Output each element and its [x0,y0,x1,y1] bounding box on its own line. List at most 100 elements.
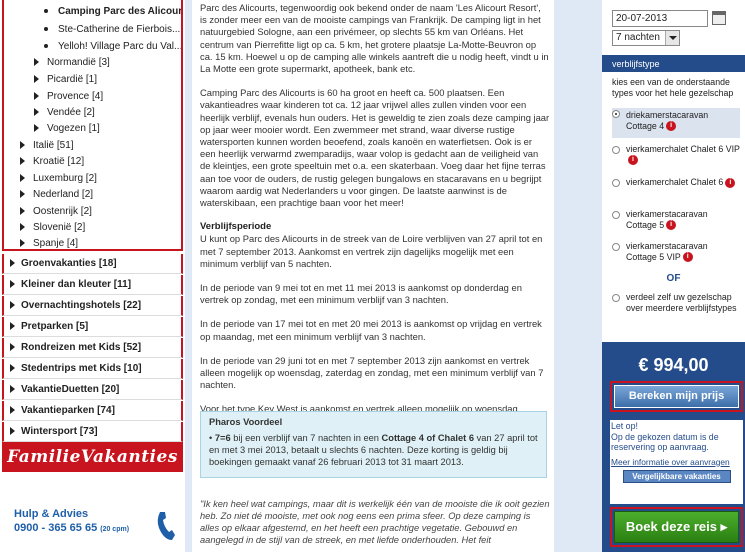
accommodation-type-header: verblijfstype [602,57,745,72]
expand-triangle-icon [20,239,25,248]
notice-text: Op de gekozen datum is de reservering op… [611,431,719,453]
book-trip-highlight: Boek deze reis ▸ [610,507,743,547]
info-icon[interactable]: i [666,121,677,132]
period-paragraph: In de periode van 17 mei tot en met 20 m… [200,318,542,342]
main-content: Parc des Alicourts, tegenwoordig ook bek… [192,0,554,552]
familievakanties-logo[interactable]: FamilieVakanties [2,442,183,472]
tree-item-slovenie[interactable]: Slovenië [2] [20,222,85,233]
date-selection: 20-07-2013 7 nachten [602,0,745,55]
tree-item-picardie[interactable]: Picardië [1] [34,74,97,85]
booking-panel: 20-07-2013 7 nachten verblijfstype kies … [602,0,745,552]
destination-tree: Camping Parc des Alicourts Ste-Catherine… [2,0,183,251]
category-pretparken[interactable]: Pretparken [5] [2,317,183,337]
arrival-date-input[interactable]: 20-07-2013 [612,10,708,27]
category-vakantieduetten[interactable]: VakantieDuetten [20] [2,380,183,400]
tree-item-nederland[interactable]: Nederland [2] [20,189,93,200]
option-cottage-5[interactable]: vierkamerstacaravan Cottage 5i [612,209,740,231]
more-info-link[interactable]: Meer informatie over aanvragen [611,457,730,467]
accommodation-type-panel: kies een van de onderstaande types voor … [602,72,745,342]
calculate-price-button[interactable]: Bereken mijn prijs [614,385,739,408]
calculate-price-highlight: Bereken mijn prijs [610,381,743,412]
expand-triangle-icon [20,223,25,232]
expand-triangle-icon [34,108,39,117]
phone-icon [157,512,175,540]
tree-item-ste-catherine[interactable]: Ste-Catherine de Fierbois... [44,24,180,35]
option-cottage-4[interactable]: driekamerstacaravan Cottage 4i [612,108,740,138]
description-text: Parc des Alicourts, tegenwoordig ook bek… [200,2,550,440]
radio-button[interactable] [612,211,620,219]
total-price: € 994,00 [638,355,709,375]
tree-item-spanje[interactable]: Spanje [4] [20,238,78,249]
expand-triangle-icon [20,157,25,166]
expand-triangle-icon [10,301,15,310]
tree-item-oostenrijk[interactable]: Oostenrijk [2] [20,206,92,217]
category-rondreizen-met-kids[interactable]: Rondreizen met Kids [52] [2,338,183,358]
pharos-text: • 7=6 bij een verblijf van 7 nachten in … [209,433,538,467]
info-icon[interactable]: i [666,220,677,231]
notice-box: Let op! Op de gekozen datum is de reserv… [610,420,743,504]
expand-triangle-icon [20,207,25,216]
expand-triangle-icon [20,190,25,199]
tree-item-kroatie[interactable]: Kroatië [12] [20,156,84,167]
section-heading: Verblijfsperiode [200,221,272,233]
radio-button[interactable] [612,294,620,302]
similar-holidays-button[interactable]: Vergelijkbare vakanties [622,470,731,483]
category-groenvakanties[interactable]: Groenvakanties [18] [2,254,183,274]
tree-item-yelloh-village[interactable]: Yelloh! Village Parc du Val... [44,41,181,52]
chevron-down-icon [665,31,679,45]
tree-item-provence[interactable]: Provence [4] [34,91,103,102]
option-chalet-6[interactable]: vierkamerchalet Chalet 6i [612,177,740,188]
expand-triangle-icon [10,343,15,352]
expand-triangle-icon [34,124,39,133]
pharos-advantage-box: Pharos Voordeel • 7=6 bij een verblijf v… [200,411,547,478]
description-paragraph: Camping Parc des Alicourts is 60 ha groo… [200,87,550,209]
expand-triangle-icon [34,75,39,84]
bullet-icon [44,27,48,32]
bullet-icon [44,44,48,49]
category-overnachtingshotels[interactable]: Overnachtingshotels [22] [2,296,183,316]
tree-item-normandie[interactable]: Normandië [3] [34,57,110,68]
info-icon[interactable]: i [628,155,638,166]
expand-triangle-icon [10,259,15,268]
expand-triangle-icon [10,322,15,331]
review-quote: "Ik ken heel wat campings, maar dit is w… [200,499,550,545]
or-separator: OF [666,273,681,284]
expand-triangle-icon [10,406,15,415]
book-trip-button[interactable]: Boek deze reis ▸ [614,511,739,543]
expand-triangle-icon [10,427,15,436]
calendar-icon[interactable] [712,11,726,25]
info-icon[interactable]: i [725,177,736,188]
expand-triangle-icon [10,364,15,373]
radio-button[interactable] [612,110,620,118]
info-icon[interactable]: i [682,252,693,263]
bullet-icon [44,9,48,14]
expand-triangle-icon [20,174,25,183]
left-sidebar: Camping Parc des Alicourts Ste-Catherine… [0,0,185,552]
expand-triangle-icon [10,280,15,289]
nights-select[interactable]: 7 nachten [612,30,680,46]
expand-triangle-icon [10,385,15,394]
category-vakantieparken[interactable]: Vakantieparken [74] [2,401,183,421]
description-paragraph: Parc des Alicourts, tegenwoordig ook bek… [200,2,549,75]
period-paragraph: In de periode van 29 juni tot en met 7 s… [200,354,544,391]
option-chalet-6-vip[interactable]: vierkamerchalet Chalet 6 VIPi [612,144,740,166]
category-stedentrips-met-kids[interactable]: Stedentrips met Kids [10] [2,359,183,379]
category-kleiner-dan-kleuter[interactable]: Kleiner dan kleuter [11] [2,275,183,295]
radio-button[interactable] [612,146,620,154]
radio-button[interactable] [612,243,620,251]
expand-triangle-icon [34,58,39,67]
tree-item-luxemburg[interactable]: Luxemburg [2] [20,173,97,184]
option-split-group[interactable]: verdeel zelf uw gezelschap over meerdere… [612,292,740,313]
tree-item-camping-parc-des-alicourts[interactable]: Camping Parc des Alicourts [44,6,181,17]
tree-item-vogezen[interactable]: Vogezen [1] [34,123,100,134]
pharos-title: Pharos Voordeel [209,417,283,427]
tree-item-vendee[interactable]: Vendée [2] [34,107,95,118]
vt-intro: kies een van de onderstaande types voor … [612,77,734,98]
period-paragraph: U kunt op Parc des Alicourts in de stree… [200,233,543,269]
category-wintersport[interactable]: Wintersport [73] [2,422,183,442]
expand-triangle-icon [34,92,39,101]
option-cottage-5-vip[interactable]: vierkamerstacaravan Cottage 5 VIP i [612,241,740,263]
radio-button[interactable] [612,179,620,187]
tree-item-italie[interactable]: Italië [51] [20,140,74,151]
period-paragraph: In de periode van 9 mei tot en met 11 me… [200,282,522,306]
